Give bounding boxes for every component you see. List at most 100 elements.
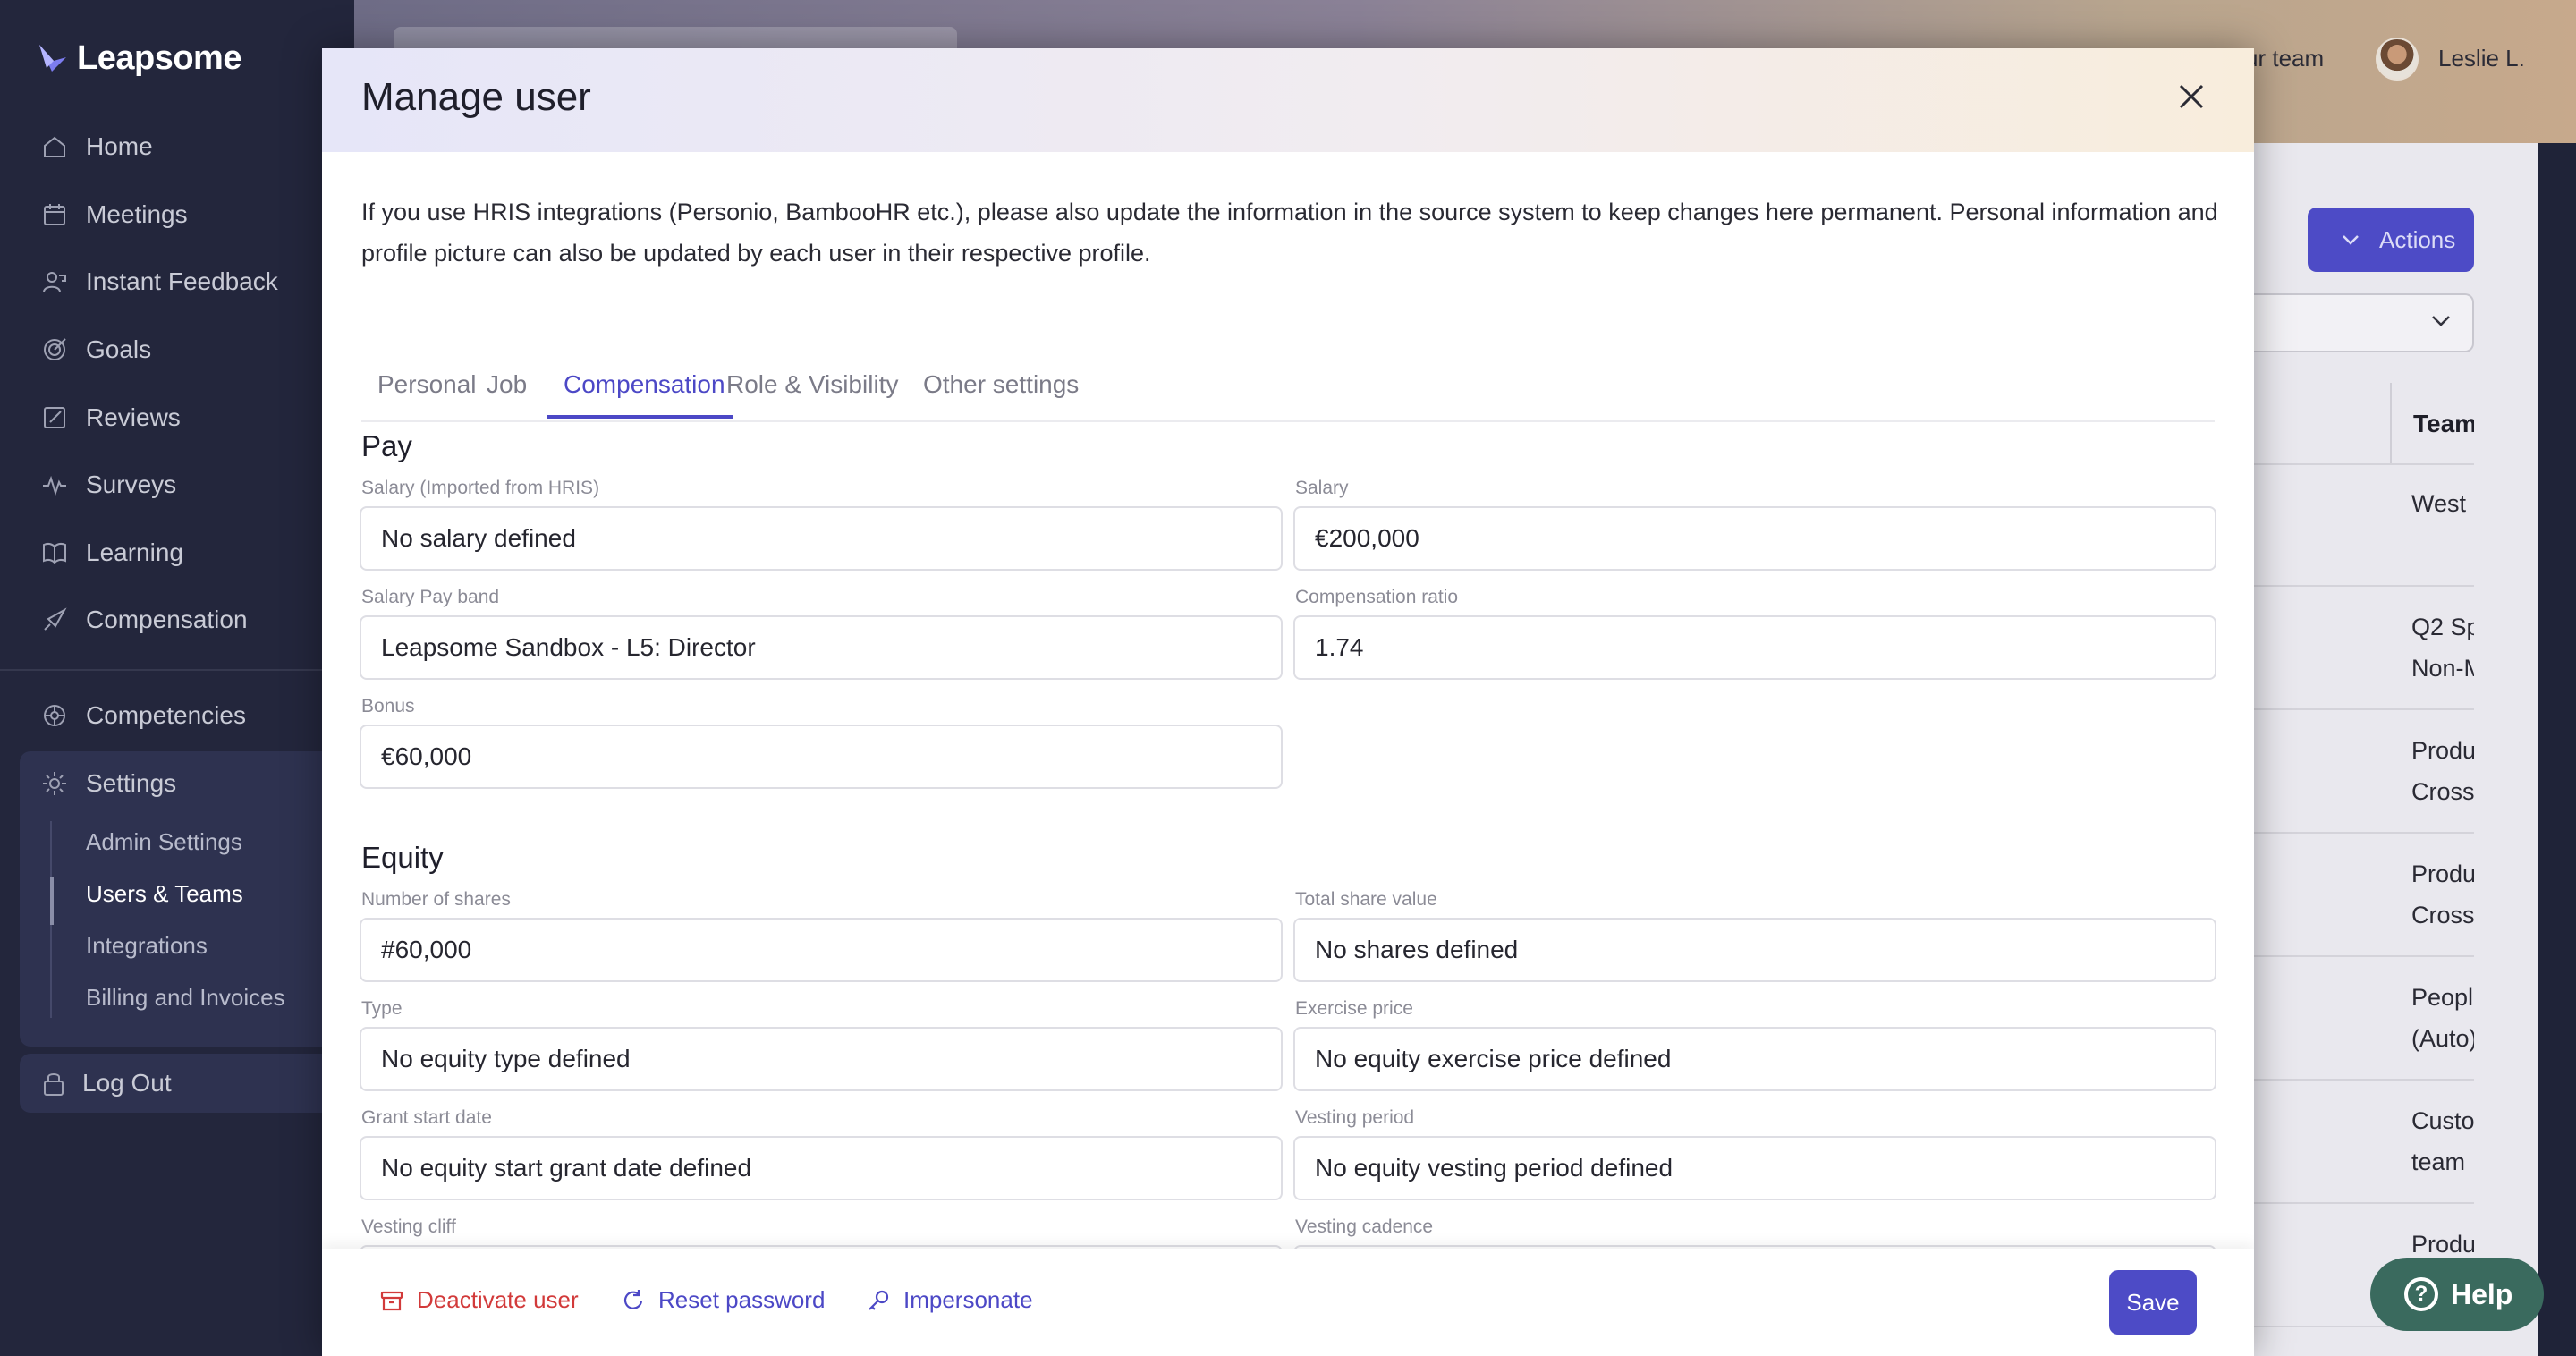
sidebar-item-label: Competencies	[86, 701, 246, 729]
salary-hris-field[interactable]: No salary defined	[360, 506, 1283, 571]
sidebar-item-label: Meetings	[86, 200, 188, 228]
reset-password-button[interactable]: Reset password	[621, 1286, 825, 1314]
sidebar-item-home[interactable]: Home	[41, 132, 153, 161]
brand-name: Leapsome	[77, 39, 242, 77]
tab-personal[interactable]: Personal	[377, 370, 477, 415]
field-label: Salary Pay band	[361, 587, 500, 607]
tab-job[interactable]: Job	[487, 370, 527, 415]
section-heading-equity: Equity	[361, 841, 444, 874]
sidebar-item-label: Goals	[86, 335, 152, 363]
modal-footer: Deactivate user Reset password Impersona…	[322, 1249, 2254, 1356]
field-label: Number of shares	[361, 889, 511, 910]
sidebar-item-learning[interactable]: Learning	[41, 538, 183, 567]
compensation-icon	[41, 606, 68, 633]
sidebar-item-settings[interactable]: Settings	[41, 769, 176, 798]
sidebar-item-meetings[interactable]: Meetings	[41, 200, 188, 229]
avatar[interactable]	[2376, 38, 2419, 81]
pay-band-field[interactable]: Leapsome Sandbox - L5: Director	[360, 615, 1283, 680]
sidebar-item-label: Settings	[86, 769, 177, 797]
table-cell: Q2 Sp	[2411, 614, 2474, 640]
team-link[interactable]: ur team	[2245, 45, 2324, 72]
learning-icon	[41, 539, 68, 566]
chevron-down-icon	[2343, 235, 2359, 245]
submenu-item-users-teams[interactable]: Users & Teams	[86, 880, 243, 908]
table-cell: Produ	[2411, 860, 2474, 887]
key-icon	[869, 1290, 889, 1310]
modal-intro-text: If you use HRIS integrations (Personio, …	[361, 199, 2218, 267]
help-label: Help	[2451, 1277, 2513, 1310]
close-icon	[2179, 84, 2204, 109]
save-button[interactable]: Save	[2109, 1270, 2197, 1335]
impersonate-label: Impersonate	[903, 1286, 1033, 1313]
sidebar-item-instant-feedback[interactable]: Instant Feedback	[41, 267, 278, 296]
sidebar-item-label: Home	[86, 132, 153, 160]
exercise-price-field[interactable]: No equity exercise price defined	[1293, 1027, 2216, 1091]
table-row-divider	[2254, 1079, 2474, 1081]
sidebar-item-surveys[interactable]: Surveys	[41, 470, 176, 499]
sidebar-item-label: Reviews	[86, 403, 181, 431]
tab-compensation[interactable]: Compensation	[547, 370, 733, 419]
table-cell: Cross	[2411, 902, 2474, 928]
field-label: Vesting cadence	[1295, 1216, 1434, 1237]
competencies-icon	[41, 702, 68, 729]
user-name[interactable]: Leslie L.	[2438, 45, 2525, 72]
leapsome-logo-icon	[39, 44, 66, 72]
submenu-item-billing[interactable]: Billing and Invoices	[86, 984, 285, 1012]
table-row-divider	[2254, 1202, 2474, 1204]
number-of-shares-field[interactable]: #60,000	[360, 918, 1283, 982]
modal-title: Manage user	[361, 75, 591, 119]
bonus-field[interactable]: €60,000	[360, 725, 1283, 789]
refresh-icon	[623, 1289, 643, 1309]
total-share-value-field[interactable]: No shares defined	[1293, 918, 2216, 982]
sidebar-item-label: Instant Feedback	[86, 267, 278, 295]
help-button[interactable]: ? Help	[2370, 1258, 2544, 1331]
sidebar-item-reviews[interactable]: Reviews	[41, 403, 181, 432]
field-label: Grant start date	[361, 1107, 492, 1128]
field-label: Vesting cliff	[361, 1216, 456, 1237]
submenu-active-indicator	[50, 877, 54, 925]
compensation-ratio-field[interactable]: 1.74	[1293, 615, 2216, 680]
reviews-icon	[41, 404, 68, 431]
table-row-divider	[2254, 832, 2474, 834]
sidebar-item-label: Surveys	[86, 470, 177, 498]
tab-role-visibility[interactable]: Role & Visibility	[726, 370, 898, 415]
sidebar-item-goals[interactable]: Goals	[41, 335, 151, 364]
reset-label: Reset password	[658, 1286, 826, 1313]
table-cell: Non-M	[2411, 655, 2474, 682]
grant-start-date-field[interactable]: No equity start grant date defined	[360, 1136, 1283, 1200]
vesting-period-field[interactable]: No equity vesting period defined	[1293, 1136, 2216, 1200]
close-button[interactable]	[2174, 79, 2209, 114]
table-row-divider	[2254, 463, 2474, 465]
submenu-item-admin-settings[interactable]: Admin Settings	[86, 828, 242, 856]
deactivate-user-button[interactable]: Deactivate user	[379, 1286, 579, 1314]
sidebar-item-competencies[interactable]: Competencies	[41, 701, 246, 730]
sidebar-divider	[0, 669, 354, 671]
field-label: Vesting period	[1295, 1107, 1415, 1128]
modal-header: Manage user	[322, 48, 2254, 152]
deactivate-label: Deactivate user	[417, 1286, 579, 1313]
gear-icon	[41, 770, 68, 797]
actions-button[interactable]: Actions	[2308, 208, 2474, 272]
home-icon	[41, 133, 68, 160]
field-label: Salary (Imported from HRIS)	[361, 478, 600, 498]
section-heading-pay: Pay	[361, 429, 412, 462]
table-cell: Custo	[2411, 1107, 2474, 1134]
tab-other-settings[interactable]: Other settings	[923, 370, 1079, 415]
sidebar-item-label: Learning	[86, 538, 183, 566]
impersonate-button[interactable]: Impersonate	[866, 1286, 1033, 1314]
logout-button[interactable]: Log Out	[20, 1054, 354, 1113]
submenu-item-integrations[interactable]: Integrations	[86, 932, 208, 960]
brand-logo[interactable]: Leapsome	[36, 39, 242, 78]
salary-field[interactable]: €200,000	[1293, 506, 2216, 571]
table-cell: Cross	[2411, 778, 2474, 805]
filter-select[interactable]	[2254, 293, 2474, 352]
table-cell: team	[2411, 1148, 2466, 1175]
equity-type-field[interactable]: No equity type defined	[360, 1027, 1283, 1091]
question-icon: ?	[2404, 1277, 2438, 1311]
table-column-header-teams[interactable]: Teams	[2390, 383, 2474, 463]
table-row-divider	[2254, 708, 2474, 710]
sidebar-item-compensation[interactable]: Compensation	[41, 606, 248, 634]
lock-icon	[44, 1073, 64, 1096]
table-row-divider	[2254, 955, 2474, 957]
chevron-down-icon	[2432, 316, 2450, 326]
